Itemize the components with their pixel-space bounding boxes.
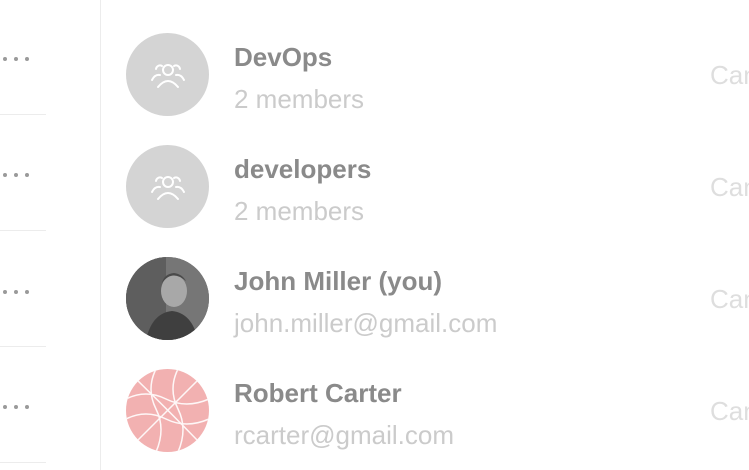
member-row[interactable]: Robert Carter rcarter@gmail.com Can [126, 336, 749, 452]
member-name: Robert Carter [234, 378, 402, 408]
more-dots-icon[interactable] [3, 172, 37, 178]
member-subtitle: 2 members [234, 84, 365, 114]
member-subtitle: 2 members [234, 196, 365, 226]
group-avatar [126, 33, 209, 116]
group-avatar [126, 145, 209, 228]
permission-dropdown[interactable]: Can [710, 60, 749, 91]
left-list-item [0, 116, 46, 231]
divider [0, 346, 46, 347]
divider [0, 114, 46, 115]
permission-dropdown[interactable]: Can [710, 172, 749, 203]
member-row[interactable]: DevOps 2 members Can [126, 0, 749, 116]
pattern-avatar-icon [126, 369, 209, 452]
divider [0, 230, 46, 231]
vertical-divider [100, 0, 101, 470]
left-panel [0, 0, 46, 470]
member-name: John Miller (you) [234, 266, 442, 296]
user-photo-avatar [126, 257, 209, 340]
member-name: DevOps [234, 42, 333, 72]
group-icon [150, 175, 185, 200]
more-dots-icon[interactable] [3, 404, 37, 410]
permission-dropdown[interactable]: Can [710, 396, 749, 427]
members-list: DevOps 2 members Can developers 2 member… [126, 0, 749, 470]
member-row[interactable]: John Miller (you) john.miller@gmail.com … [126, 224, 749, 340]
member-subtitle: john.miller@gmail.com [234, 308, 498, 338]
left-list-item [0, 232, 46, 347]
permission-dropdown[interactable]: Can [710, 284, 749, 315]
member-row[interactable]: developers 2 members Can [126, 112, 749, 228]
more-dots-icon[interactable] [3, 56, 37, 62]
more-dots-icon[interactable] [3, 289, 37, 295]
group-icon [150, 63, 185, 88]
left-list-item [0, 348, 46, 463]
user-photo [126, 257, 209, 340]
divider [0, 462, 46, 463]
pattern-avatar [126, 369, 209, 452]
member-name: developers [234, 154, 372, 184]
member-subtitle: rcarter@gmail.com [234, 420, 454, 450]
left-list-item [0, 0, 46, 115]
